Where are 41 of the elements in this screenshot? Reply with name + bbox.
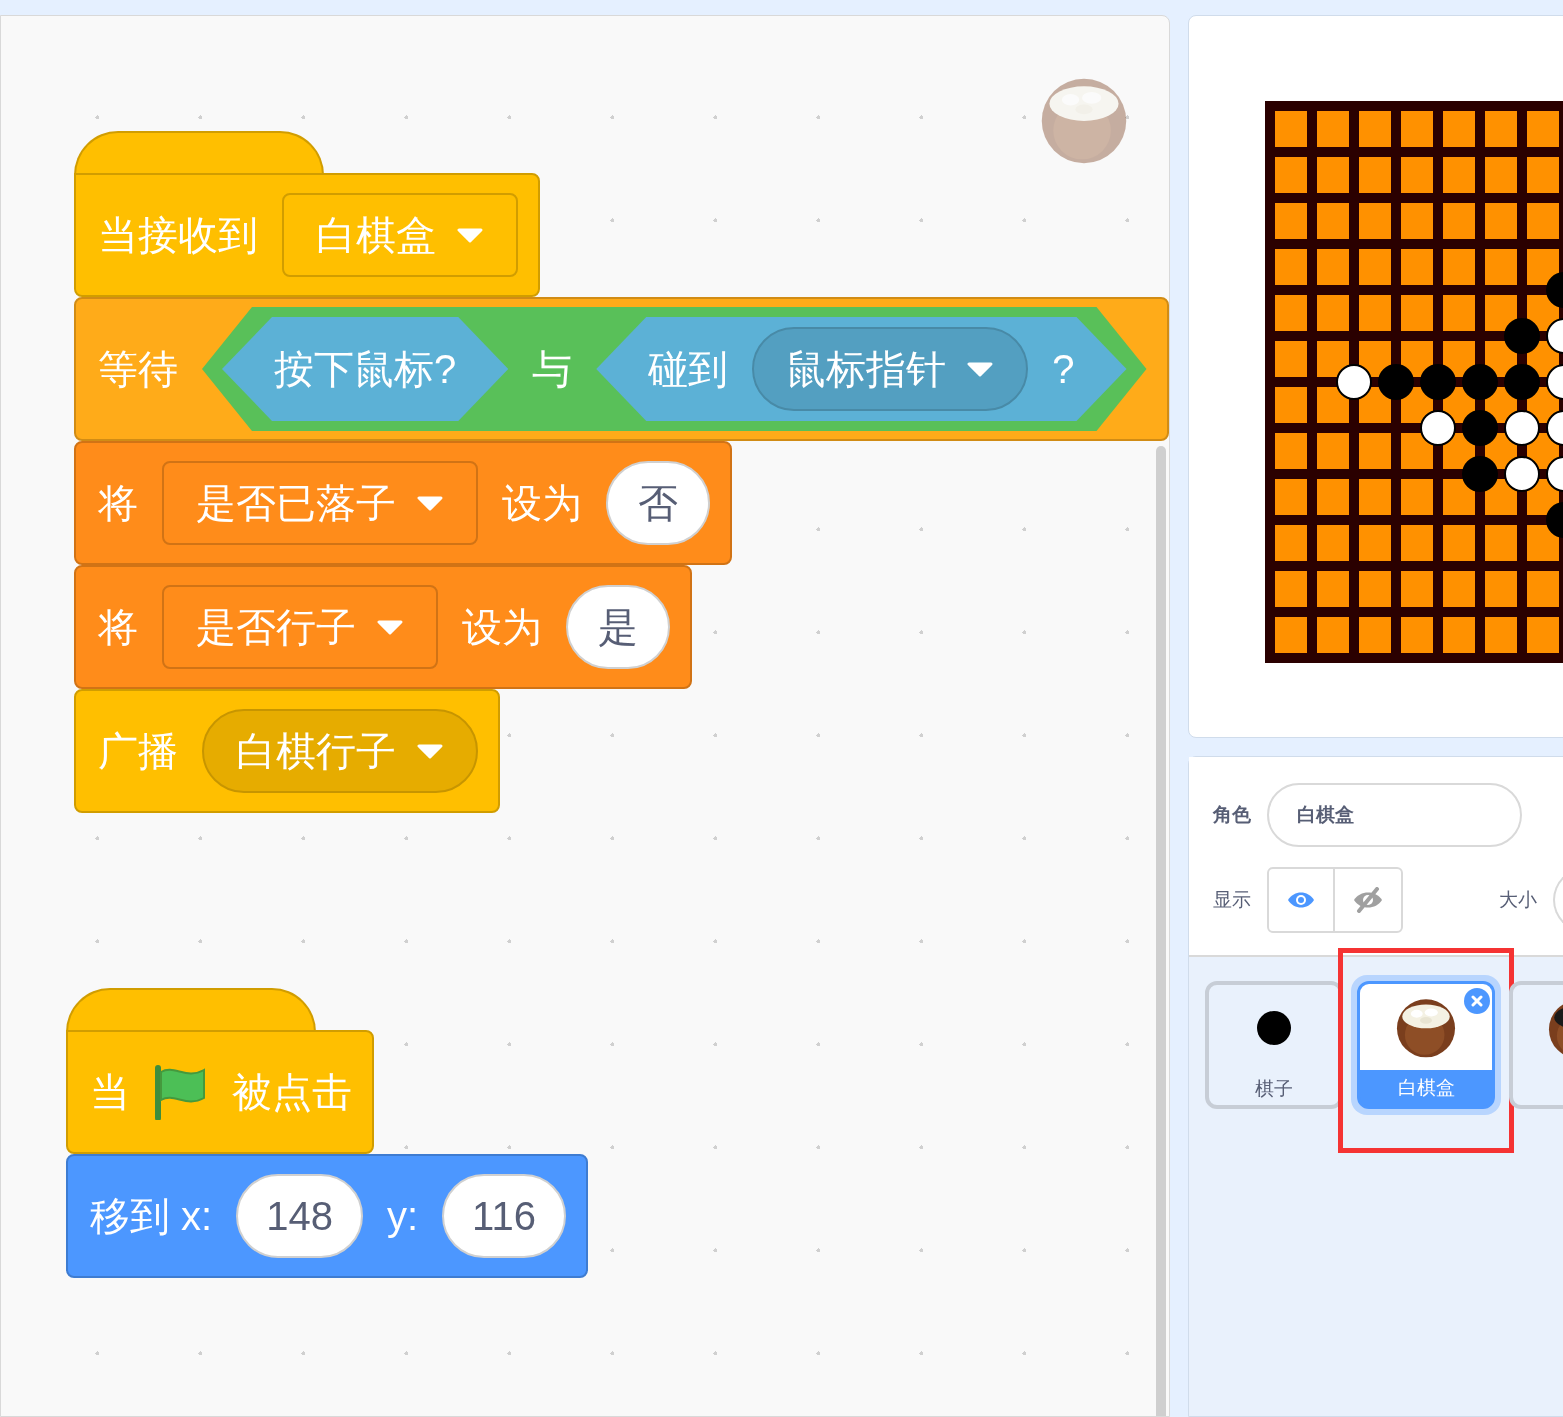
boolean-block[interactable]: 碰到 鼠标指针 ?: [596, 317, 1127, 421]
block-label: 按下鼠标?: [274, 349, 457, 389]
value-input[interactable]: 是: [566, 585, 670, 669]
value-input[interactable]: 148: [236, 1174, 363, 1258]
block-label: 设为: [462, 607, 542, 647]
sprite-name-field[interactable]: 白棋盒: [1267, 783, 1522, 847]
value-input[interactable]: 116: [442, 1174, 566, 1258]
sprite-label: 角色: [1213, 802, 1251, 827]
sprite-card[interactable]: 白棋盒: [1357, 981, 1495, 1109]
block-label: 碰到: [648, 349, 729, 389]
show-label: 显示: [1213, 887, 1251, 912]
block-dropdown[interactable]: 是否已落子: [162, 461, 478, 545]
size-label: 大小: [1499, 887, 1537, 912]
hat-block[interactable]: 当 被点击: [66, 1030, 374, 1154]
block-dropdown[interactable]: 白棋盒: [282, 193, 518, 277]
block-label: 广播: [98, 731, 178, 771]
block-dropdown[interactable]: 是否行子: [162, 585, 438, 669]
boolean-block[interactable]: 按下鼠标?: [222, 317, 509, 421]
block-label: 将: [98, 607, 138, 647]
value-input[interactable]: 否: [606, 461, 710, 545]
boolean-block[interactable]: 按下鼠标? 与 碰到 鼠标指针 ?: [202, 307, 1147, 431]
hat-block[interactable]: 当接收到 白棋盒: [74, 173, 540, 297]
block-label: 被点击: [232, 1072, 352, 1112]
block-dropdown[interactable]: 白棋行子: [202, 709, 478, 793]
block-label: 当接收到: [98, 215, 258, 255]
stack-block[interactable]: 等待 按下鼠标? 与 碰到 鼠标指针 ?: [74, 297, 1169, 441]
block-label: 设为: [502, 483, 582, 523]
stack-block[interactable]: 将 是否已落子 设为 否: [74, 441, 732, 565]
stack-block[interactable]: 将 是否行子 设为 是: [74, 565, 692, 689]
block-label: 移到 x:: [90, 1196, 213, 1236]
sprite-name: 白棋盒: [1397, 1076, 1455, 1100]
block-label: 将: [98, 483, 138, 523]
block-dropdown[interactable]: 鼠标指针: [752, 327, 1029, 411]
block-label: ?: [1052, 349, 1075, 389]
block-label: 当: [90, 1072, 130, 1112]
stack-block[interactable]: 广播 白棋行子: [74, 689, 500, 813]
block-label: y:: [387, 1196, 419, 1236]
block-label: 等待: [98, 349, 178, 389]
block-label: 与: [532, 349, 573, 389]
sprite-name: 棋子: [1255, 1077, 1293, 1101]
stack-block[interactable]: 移到 x: 148 y: 116: [66, 1154, 588, 1278]
